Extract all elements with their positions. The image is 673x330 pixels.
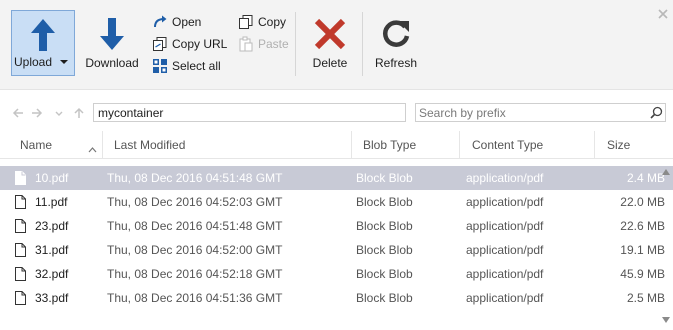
blob-type: Block Blob	[356, 291, 413, 305]
blob-type: Block Blob	[356, 219, 413, 233]
column-header-last-modified[interactable]: Last Modified	[114, 131, 185, 159]
column-header-content-type[interactable]: Content Type	[472, 131, 543, 159]
last-modified: Thu, 08 Dec 2016 04:51:48 GMT	[107, 171, 283, 185]
file-name: 10.pdf	[35, 171, 69, 185]
select-all-button[interactable]: Select all	[152, 56, 221, 76]
file-size: 2.4 MB	[626, 171, 665, 185]
table-header: Name Last Modified Blob Type Content Typ…	[0, 131, 673, 159]
upload-icon	[12, 15, 74, 55]
last-modified: Thu, 08 Dec 2016 04:51:36 GMT	[107, 291, 283, 305]
table-row[interactable]: 31.pdf Thu, 08 Dec 2016 04:52:00 GMT Blo…	[0, 238, 673, 262]
column-divider[interactable]	[594, 131, 595, 159]
toolbar-divider	[295, 12, 296, 76]
file-icon	[15, 195, 26, 209]
column-divider[interactable]	[351, 131, 352, 159]
chevron-down-icon[interactable]	[60, 60, 68, 64]
back-arrow-icon[interactable]	[11, 106, 25, 120]
file-name: 23.pdf	[35, 219, 69, 233]
open-label: Open	[172, 15, 202, 29]
refresh-icon	[368, 14, 424, 54]
copy-label: Copy	[258, 15, 287, 29]
file-size: 22.0 MB	[620, 195, 665, 209]
paste-label: Paste	[258, 37, 289, 51]
sort-ascending-icon	[88, 142, 97, 153]
up-arrow-icon[interactable]	[72, 106, 86, 120]
table-row[interactable]: 33.pdf Thu, 08 Dec 2016 04:51:36 GMT Blo…	[0, 286, 673, 310]
file-name: 33.pdf	[35, 291, 69, 305]
file-name: 11.pdf	[35, 195, 68, 209]
file-name: 31.pdf	[35, 243, 69, 257]
refresh-label: Refresh	[374, 56, 418, 70]
file-size: 2.5 MB	[626, 291, 665, 305]
column-divider[interactable]	[459, 131, 460, 159]
content-type: application/pdf	[466, 219, 544, 233]
search-icon[interactable]	[650, 106, 663, 119]
download-label: Download	[85, 56, 139, 70]
column-header-size[interactable]: Size	[607, 131, 630, 159]
file-size: 22.6 MB	[620, 219, 665, 233]
content-type: application/pdf	[466, 243, 544, 257]
upload-button[interactable]: Upload	[11, 10, 75, 76]
file-icon	[15, 291, 26, 305]
last-modified: Thu, 08 Dec 2016 04:52:18 GMT	[107, 267, 283, 281]
close-icon[interactable]	[657, 8, 669, 20]
delete-icon	[302, 14, 358, 54]
blob-type: Block Blob	[356, 267, 413, 281]
download-button[interactable]: Download	[80, 10, 144, 76]
scroll-up-icon[interactable]	[662, 164, 670, 175]
file-icon	[15, 267, 26, 281]
open-button[interactable]: Open	[152, 12, 201, 32]
copy-url-icon	[152, 36, 168, 52]
last-modified: Thu, 08 Dec 2016 04:51:48 GMT	[107, 219, 283, 233]
address-bar[interactable]: mycontainer	[93, 103, 406, 122]
last-modified: Thu, 08 Dec 2016 04:52:03 GMT	[107, 195, 283, 209]
file-name: 32.pdf	[35, 267, 69, 281]
delete-label: Delete	[312, 56, 348, 70]
select-all-icon	[152, 58, 168, 74]
select-all-label: Select all	[172, 59, 221, 73]
column-header-name[interactable]: Name	[20, 131, 52, 159]
delete-button[interactable]: Delete	[302, 10, 358, 76]
copy-button[interactable]: Copy	[238, 12, 286, 32]
scroll-down-icon[interactable]	[662, 312, 670, 323]
file-icon	[15, 243, 26, 257]
paste-button[interactable]: Paste	[238, 34, 289, 54]
table-row[interactable]: 32.pdf Thu, 08 Dec 2016 04:52:18 GMT Blo…	[0, 262, 673, 286]
open-icon	[152, 14, 168, 30]
refresh-button[interactable]: Refresh	[368, 10, 424, 76]
blob-type: Block Blob	[356, 171, 413, 185]
content-type: application/pdf	[466, 195, 544, 209]
blob-type: Block Blob	[356, 195, 413, 209]
forward-arrow-icon[interactable]	[30, 106, 44, 120]
search-input[interactable]	[415, 103, 666, 122]
copy-url-button[interactable]: Copy URL	[152, 34, 227, 54]
ribbon-toolbar: Upload Download Open Copy URL Select all…	[0, 0, 673, 90]
file-icon	[15, 219, 26, 233]
blob-type: Block Blob	[356, 243, 413, 257]
table-row[interactable]: 11.pdf Thu, 08 Dec 2016 04:52:03 GMT Blo…	[0, 190, 673, 214]
download-icon	[80, 14, 144, 54]
toolbar-divider	[362, 12, 363, 76]
file-icon	[15, 171, 26, 185]
content-type: application/pdf	[466, 291, 544, 305]
paste-icon	[238, 36, 254, 52]
content-type: application/pdf	[466, 267, 544, 281]
upload-label: Upload	[14, 55, 53, 69]
table-row[interactable]: 10.pdf Thu, 08 Dec 2016 04:51:48 GMT Blo…	[0, 166, 673, 190]
copy-icon	[238, 14, 254, 30]
table-row[interactable]: 23.pdf Thu, 08 Dec 2016 04:51:48 GMT Blo…	[0, 214, 673, 238]
column-divider[interactable]	[102, 131, 103, 159]
last-modified: Thu, 08 Dec 2016 04:52:00 GMT	[107, 243, 283, 257]
history-dropdown-icon[interactable]	[52, 106, 66, 120]
copy-url-label: Copy URL	[172, 37, 228, 51]
content-type: application/pdf	[466, 171, 544, 185]
column-header-blob-type[interactable]: Blob Type	[363, 131, 416, 159]
file-size: 45.9 MB	[620, 267, 665, 281]
file-size: 19.1 MB	[620, 243, 665, 257]
